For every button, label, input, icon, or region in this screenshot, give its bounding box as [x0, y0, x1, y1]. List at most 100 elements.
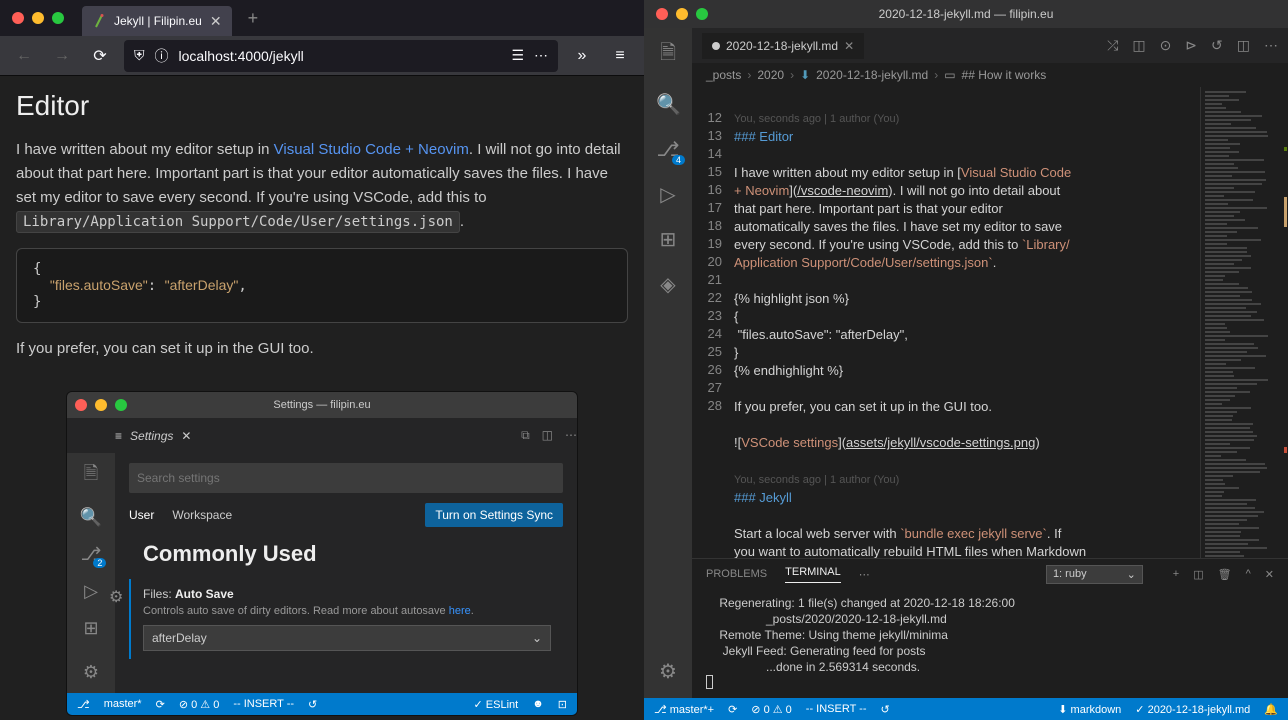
- browser-tab[interactable]: Jekyll | Filipin.eu ✕: [82, 6, 232, 36]
- terminal-output[interactable]: Regenerating: 1 file(s) changed at 2020-…: [692, 589, 1288, 698]
- run-icon[interactable]: ⊳: [1185, 37, 1197, 54]
- vscode-window: 2020-12-18-jekyll.md — filipin.eu 🗎 🔍 ⎇4…: [644, 0, 1288, 720]
- panel-tabs: PROBLEMS TERMINAL ⋯ 1: ruby⌄ + ◫ 🗑 ^ ✕: [692, 559, 1288, 589]
- commonly-used-heading: Commonly Used: [143, 541, 563, 567]
- source-control-icon[interactable]: ⎇4: [656, 137, 680, 162]
- split-terminal-icon[interactable]: ◫: [1193, 568, 1203, 581]
- tab-title: Jekyll | Filipin.eu: [114, 14, 202, 28]
- vscode-title-text: 2020-12-18-jekyll.md — filipin.eu: [879, 7, 1054, 21]
- chevron-down-icon: ⌄: [1127, 568, 1136, 581]
- open-file-icon: ⧉: [521, 428, 530, 443]
- code-area[interactable]: You, seconds ago | 1 author (You) ### Ed…: [734, 87, 1200, 558]
- compare-icon[interactable]: ⤮: [1107, 37, 1118, 54]
- debug-icon[interactable]: ▷: [656, 182, 680, 207]
- reader-mode-icon[interactable]: ☰: [511, 47, 524, 64]
- workspace-tab: Workspace: [172, 508, 232, 522]
- gear-icon: ⚙: [83, 662, 99, 683]
- browser-toolbar: ← → ⟳ ⛨ ⓘ localhost:4000/jekyll ☰ ⋯ » ≡: [0, 36, 644, 76]
- page-actions-icon[interactable]: ⋯: [534, 47, 548, 64]
- tab-close-icon[interactable]: ✕: [844, 39, 854, 53]
- language-mode[interactable]: ⬇ markdown: [1058, 703, 1121, 716]
- feedback-icon: ☻: [532, 698, 544, 710]
- minimize-window-icon[interactable]: [32, 12, 44, 24]
- bottom-panel: PROBLEMS TERMINAL ⋯ 1: ruby⌄ + ◫ 🗑 ^ ✕ R…: [692, 558, 1288, 698]
- link-vscode-neovim[interactable]: Visual Studio Code + Neovim: [274, 141, 469, 158]
- history-icon[interactable]: ↺: [1211, 37, 1223, 54]
- explorer-icon[interactable]: 🗎: [656, 38, 680, 72]
- minimize-window-icon[interactable]: [676, 8, 688, 20]
- search-icon[interactable]: 🔍: [656, 92, 680, 117]
- bell-icon[interactable]: 🔔: [1264, 703, 1278, 716]
- extensions-icon[interactable]: ⊞: [656, 227, 680, 252]
- branch-icon: ⎇: [77, 698, 90, 711]
- address-bar[interactable]: ⛨ ⓘ localhost:4000/jekyll ☰ ⋯: [124, 40, 558, 72]
- minimap[interactable]: [1200, 87, 1288, 558]
- split-editor-icon: ◫: [542, 428, 553, 443]
- back-button[interactable]: ←: [10, 42, 38, 70]
- reload-button[interactable]: ⟳: [86, 42, 114, 70]
- maximize-window-icon[interactable]: [696, 8, 708, 20]
- maximize-panel-icon[interactable]: ^: [1246, 568, 1251, 581]
- setting-gear-icon: ⚙: [109, 587, 123, 607]
- terminal-tab[interactable]: TERMINAL: [785, 566, 841, 583]
- gear-icon[interactable]: ⚙: [656, 659, 680, 684]
- article-heading: Editor: [16, 90, 628, 122]
- jekyll-favicon: [92, 14, 106, 28]
- editor-tab-label: 2020-12-18-jekyll.md: [726, 39, 838, 53]
- settings-icon: ≡: [115, 429, 122, 443]
- close-window-icon[interactable]: [656, 8, 668, 20]
- menu-button[interactable]: ≡: [606, 42, 634, 70]
- url-text: localhost:4000/jekyll: [179, 48, 304, 64]
- article-paragraph-2: If you prefer, you can set it up in the …: [16, 337, 628, 361]
- sync-icon: ⟳: [156, 698, 165, 711]
- terminal-selector[interactable]: 1: ruby⌄: [1046, 565, 1143, 584]
- setting-autosave: ⚙ Files: Auto Save Controls auto save of…: [129, 579, 563, 659]
- shield-icon: ⛨: [134, 47, 145, 64]
- docker-icon[interactable]: ◈: [656, 272, 680, 297]
- breadcrumb[interactable]: _posts› 2020› ⬇2020-12-18-jekyll.md› ▭##…: [692, 63, 1288, 87]
- activity-bar: 🗎 🔍 ⎇4 ▷ ⊞ ◈ ⚙: [644, 28, 692, 698]
- source-control-icon: ⎇2: [81, 544, 102, 565]
- settings-search-input: [129, 463, 563, 493]
- git-icon[interactable]: ⊙: [1160, 37, 1172, 54]
- tab-close-icon[interactable]: ✕: [210, 13, 222, 30]
- problems-tab[interactable]: PROBLEMS: [706, 568, 767, 580]
- article-paragraph-1: I have written about my editor setup in …: [16, 138, 628, 234]
- new-tab-button[interactable]: +: [248, 8, 259, 29]
- overflow-button[interactable]: »: [568, 42, 596, 70]
- git-file-status[interactable]: ✓ 2020-12-18-jekyll.md: [1135, 703, 1250, 716]
- nested-vscode-screenshot: Settings — filipin.eu ≡ Settings ✕ ⧉ ◫ ⋯…: [66, 391, 578, 716]
- history-icon: ↺: [308, 698, 317, 711]
- kill-terminal-icon[interactable]: 🗑: [1218, 568, 1232, 581]
- autosave-select: afterDelay⌄: [143, 625, 551, 651]
- close-panel-icon[interactable]: ✕: [1265, 568, 1274, 581]
- maximize-icon: [115, 399, 127, 411]
- new-terminal-icon[interactable]: +: [1173, 568, 1179, 581]
- symbol-icon: ▭: [944, 68, 955, 82]
- nested-title-text: Settings — filipin.eu: [273, 399, 370, 411]
- text-editor[interactable]: 1213141516171819202122232425262728 You, …: [692, 87, 1288, 558]
- maximize-window-icon[interactable]: [52, 12, 64, 24]
- status-bar: ⎇ master*+ ⟳ ⊘ 0 ⚠ 0 -- INSERT -- ↺ ⬇ ma…: [644, 698, 1288, 720]
- problems-status[interactable]: ⊘ 0 ⚠ 0: [751, 703, 792, 716]
- sync-status-icon[interactable]: ⟳: [728, 703, 737, 716]
- history-status-icon[interactable]: ↺: [881, 703, 890, 716]
- panel-overflow-icon[interactable]: ⋯: [859, 568, 870, 581]
- preview-icon[interactable]: ◫: [1132, 37, 1145, 54]
- editor-tab[interactable]: 2020-12-18-jekyll.md ✕: [702, 33, 864, 59]
- page-content: Editor I have written about my editor se…: [0, 76, 644, 720]
- split-icon[interactable]: ◫: [1237, 37, 1250, 54]
- close-window-icon[interactable]: [12, 12, 24, 24]
- bell-icon: ⊡: [558, 698, 567, 711]
- info-icon: ⓘ: [155, 46, 169, 66]
- more-icon[interactable]: ⋯: [1264, 37, 1278, 54]
- autosave-help-link: here: [449, 605, 471, 617]
- forward-button[interactable]: →: [48, 42, 76, 70]
- more-icon: ⋯: [565, 428, 577, 443]
- inline-code-path: Library/Application Support/Code/User/se…: [16, 211, 460, 233]
- window-controls[interactable]: [656, 8, 708, 20]
- modified-indicator-icon: [712, 42, 720, 50]
- editor-tabbar: 2020-12-18-jekyll.md ✕ ⤮ ◫ ⊙ ⊳ ↺ ◫ ⋯: [692, 28, 1288, 63]
- branch-status[interactable]: ⎇ master*+: [654, 703, 714, 716]
- window-controls[interactable]: [12, 12, 64, 24]
